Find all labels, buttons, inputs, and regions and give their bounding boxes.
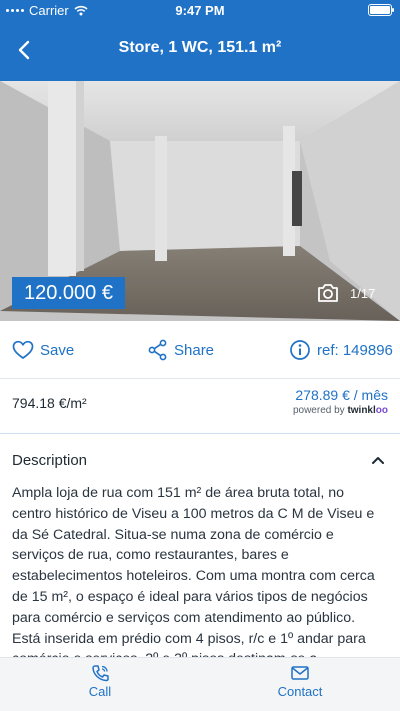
- share-icon: [148, 339, 167, 361]
- price-per-m2: 794.18 €/m²: [12, 395, 87, 411]
- info-icon: [290, 340, 310, 360]
- phone-icon: [92, 665, 109, 682]
- brand-main: twinkl: [347, 405, 376, 416]
- call-button[interactable]: Call: [40, 664, 160, 699]
- description-text: Ampla loja de rua com 151 m² de área bru…: [12, 485, 375, 657]
- price-badge: 120.000 €: [12, 277, 125, 309]
- bottom-bar: Call Contact: [0, 657, 400, 711]
- battery-icon: [368, 4, 394, 16]
- contact-button[interactable]: Contact: [240, 664, 360, 699]
- reference-label: ref: 149896: [317, 341, 393, 359]
- divider: [0, 433, 400, 434]
- action-row: Save Share ref: 149896: [0, 321, 400, 378]
- share-label: Share: [174, 341, 215, 359]
- contact-label: Contact: [277, 684, 323, 699]
- envelope-icon: [291, 666, 309, 680]
- battery-fill: [370, 6, 390, 14]
- camera-icon[interactable]: [316, 282, 340, 304]
- call-label: Call: [88, 684, 112, 699]
- photo-counter: 1/17: [350, 286, 376, 301]
- divider: [0, 378, 400, 379]
- twinkloo-logo: twinkloo: [347, 405, 388, 416]
- header: Store, 1 WC, 151.1 m²: [0, 20, 400, 81]
- status-bar: Carrier 9:47 PM: [0, 0, 400, 20]
- description-heading: Description: [12, 452, 88, 469]
- top-bar: Carrier 9:47 PM Store, 1 WC, 151.1 m²: [0, 0, 400, 81]
- chevron-left-icon[interactable]: [10, 35, 40, 65]
- share-button[interactable]: Share: [148, 338, 214, 362]
- reference-info[interactable]: ref: 149896: [289, 338, 393, 362]
- powered-by: powered by twinkloo: [293, 405, 388, 416]
- status-time: 9:47 PM: [175, 3, 225, 18]
- save-button[interactable]: Save: [12, 338, 74, 362]
- heart-icon: [12, 340, 34, 359]
- powered-prefix: powered by: [292, 405, 348, 416]
- brand-accent: oo: [375, 405, 388, 416]
- monthly-rent-link[interactable]: 278.89 € / mês: [295, 387, 388, 403]
- page-title: Store, 1 WC, 151.1 m²: [118, 39, 282, 56]
- chevron-up-icon[interactable]: [370, 452, 386, 468]
- save-label: Save: [40, 341, 75, 359]
